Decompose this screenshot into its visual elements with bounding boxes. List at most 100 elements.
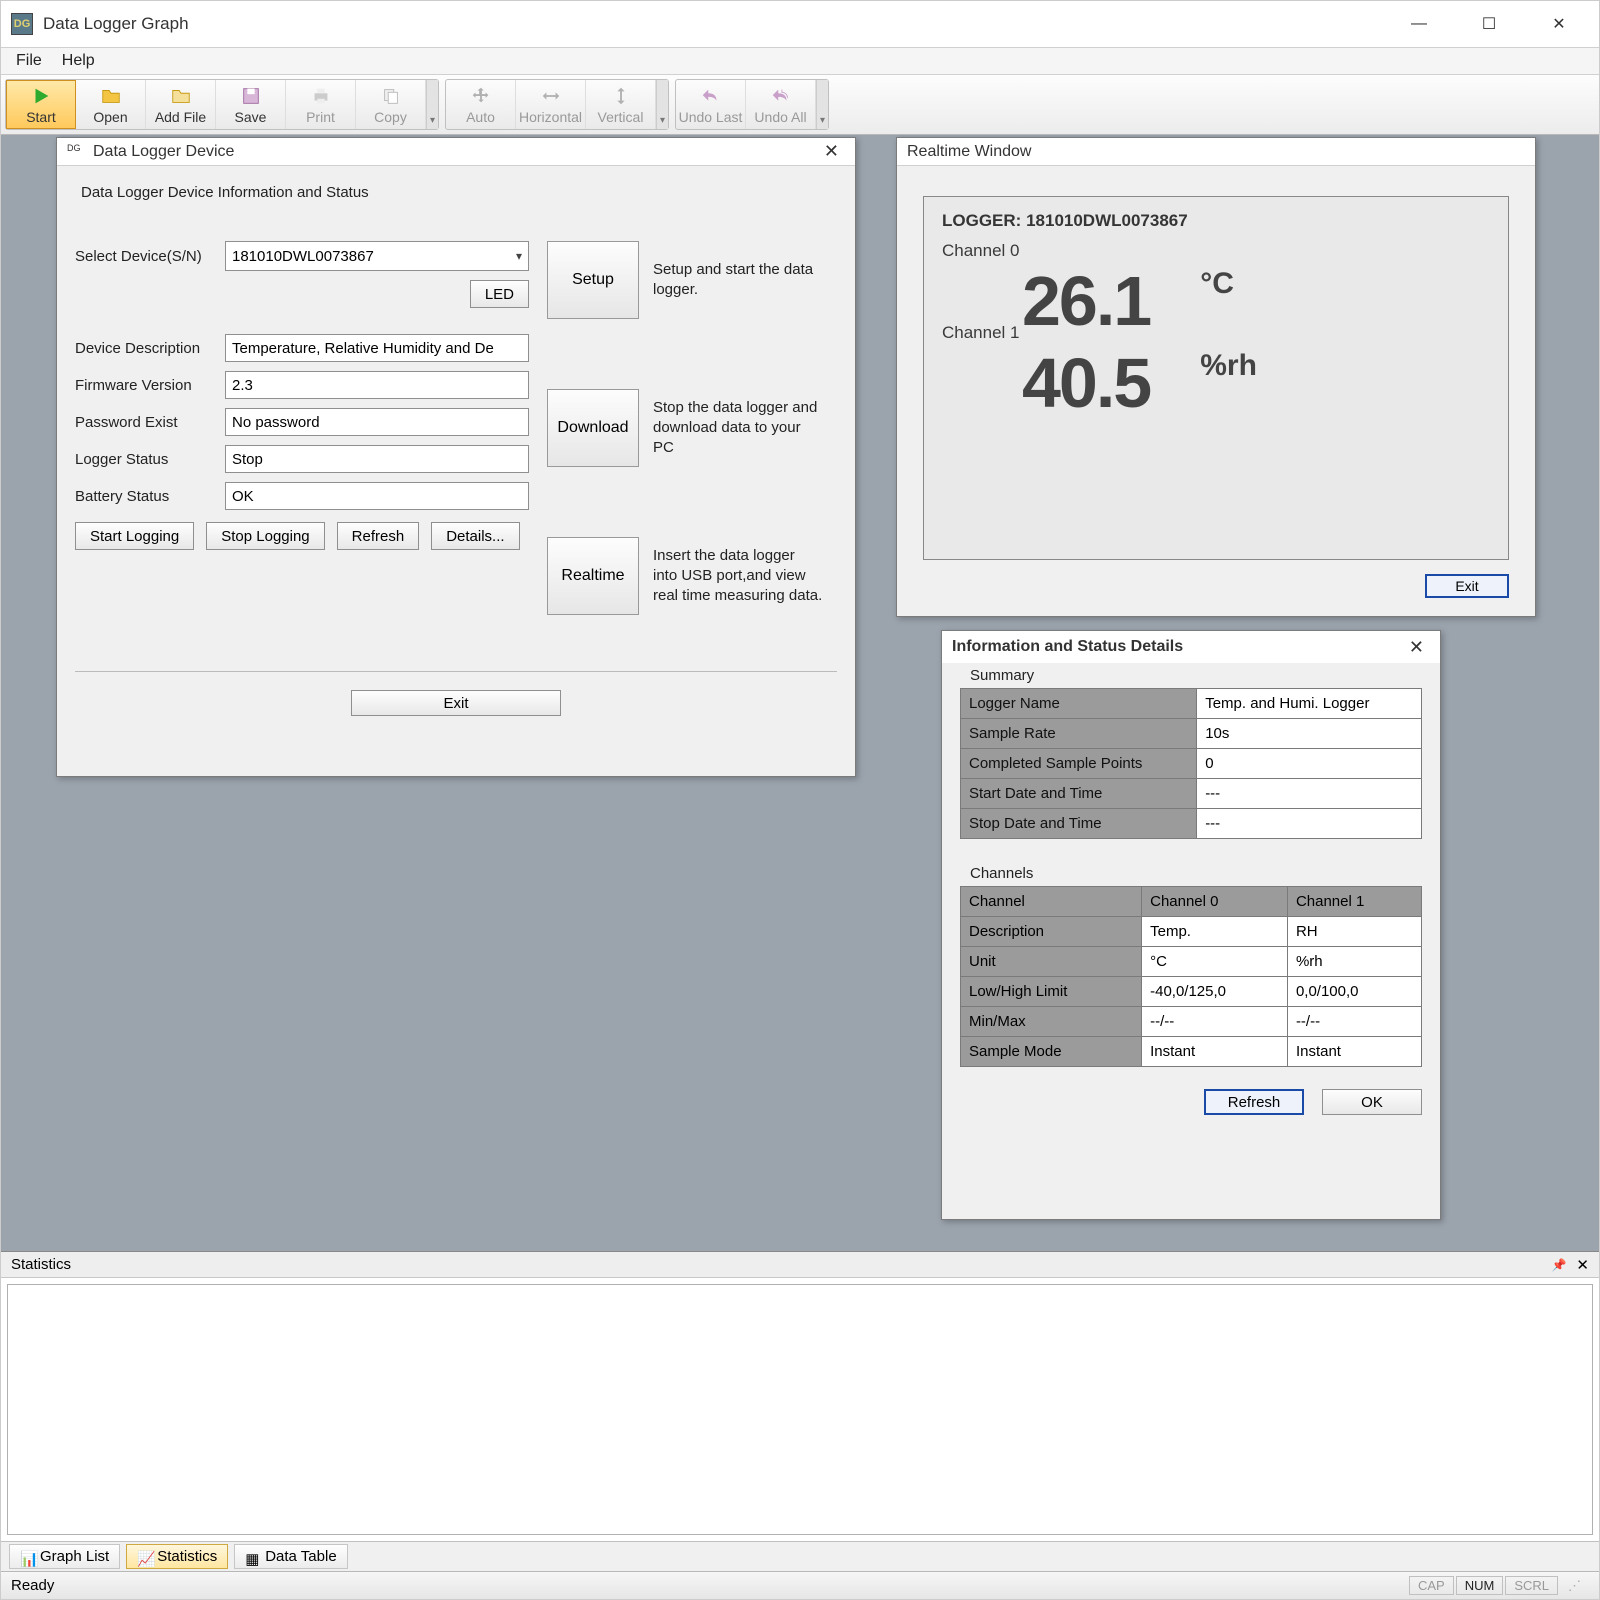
realtime-exit-button[interactable]: Exit bbox=[1425, 574, 1509, 598]
maximize-button[interactable]: ☐ bbox=[1469, 9, 1509, 39]
label-firmware: Firmware Version bbox=[75, 377, 225, 394]
realtime-desc: Insert the data logger into USB port,and… bbox=[653, 546, 823, 607]
label-device-description: Device Description bbox=[75, 340, 225, 357]
label-password: Password Exist bbox=[75, 414, 225, 431]
statistics-body bbox=[7, 1284, 1593, 1535]
save-icon bbox=[240, 85, 262, 107]
details-window: Information and Status Details ✕ Summary… bbox=[941, 630, 1441, 1220]
battery-field[interactable]: OK bbox=[225, 482, 529, 510]
tab-data-table[interactable]: ▦Data Table bbox=[234, 1544, 347, 1569]
summary-heading: Summary bbox=[970, 667, 1422, 684]
table-icon: ▦ bbox=[245, 1550, 259, 1564]
toolbar-grip[interactable]: ▾ bbox=[426, 80, 438, 129]
download-desc: Stop the data logger and download data t… bbox=[653, 398, 823, 459]
folder-open-icon bbox=[100, 85, 122, 107]
app-title: Data Logger Graph bbox=[43, 14, 1399, 34]
folder-add-icon bbox=[170, 85, 192, 107]
channel1-value: 40.5 bbox=[1022, 343, 1150, 423]
channels-heading: Channels bbox=[970, 865, 1422, 882]
close-icon[interactable]: ✕ bbox=[1403, 637, 1430, 658]
label-select-device: Select Device(S/N) bbox=[75, 248, 225, 265]
logger-status-field[interactable]: Stop bbox=[225, 445, 529, 473]
realtime-button[interactable]: Realtime bbox=[547, 537, 639, 615]
details-ok-button[interactable]: OK bbox=[1322, 1089, 1422, 1115]
details-refresh-button[interactable]: Refresh bbox=[1204, 1089, 1304, 1115]
toolbar-open[interactable]: Open bbox=[76, 80, 146, 129]
app-icon: DG bbox=[11, 13, 33, 35]
toolbar-save[interactable]: Save bbox=[216, 80, 286, 129]
stop-logging-button[interactable]: Stop Logging bbox=[206, 522, 324, 550]
device-select[interactable]: 181010DWL0073867 bbox=[225, 241, 529, 271]
password-field[interactable]: No password bbox=[225, 408, 529, 436]
list-icon: 📊 bbox=[20, 1550, 34, 1564]
copy-icon bbox=[380, 85, 402, 107]
realtime-panel: LOGGER: 181010DWL0073867 Channel 0 26.1 … bbox=[923, 196, 1509, 560]
device-exit-button[interactable]: Exit bbox=[351, 690, 561, 716]
setup-desc: Setup and start the data logger. bbox=[653, 260, 823, 301]
realtime-window: Realtime Window LOGGER: 181010DWL0073867… bbox=[896, 137, 1536, 617]
details-window-title: Information and Status Details bbox=[952, 638, 1183, 656]
stats-icon: 📈 bbox=[137, 1550, 151, 1564]
channel0-label: Channel 0 bbox=[942, 241, 1490, 261]
device-window: DG Data Logger Device ✕ Data Logger Devi… bbox=[56, 137, 856, 777]
bottom-tabstrip: 📊Graph List 📈Statistics ▦Data Table bbox=[1, 1541, 1599, 1571]
toolbar-horizontal[interactable]: Horizontal bbox=[516, 80, 586, 129]
workspace: DG Data Logger Device ✕ Data Logger Devi… bbox=[1, 135, 1599, 1251]
summary-table: Logger NameTemp. and Humi. Logger Sample… bbox=[960, 688, 1422, 839]
firmware-field[interactable]: 2.3 bbox=[225, 371, 529, 399]
toolbar-grip[interactable]: ▾ bbox=[816, 80, 828, 129]
statistics-title: Statistics bbox=[11, 1256, 71, 1273]
close-icon[interactable]: ✕ bbox=[1576, 1256, 1589, 1274]
close-button[interactable]: ✕ bbox=[1539, 9, 1579, 39]
toolbar: Start Open Add File Save Print Copy ▾ Au… bbox=[1, 75, 1599, 135]
label-battery: Battery Status bbox=[75, 488, 225, 505]
device-window-title: Data Logger Device bbox=[93, 143, 234, 161]
tab-graph-list[interactable]: 📊Graph List bbox=[9, 1544, 120, 1569]
menu-file[interactable]: File bbox=[16, 52, 42, 70]
statistics-panel: Statistics 📌 ✕ bbox=[1, 1251, 1599, 1541]
toolbar-addfile[interactable]: Add File bbox=[146, 80, 216, 129]
print-icon bbox=[310, 85, 332, 107]
arrows-h-icon bbox=[540, 85, 562, 107]
refresh-button[interactable]: Refresh bbox=[337, 522, 420, 550]
status-text: Ready bbox=[11, 1577, 54, 1594]
status-scrl: SCRL bbox=[1505, 1576, 1558, 1595]
minimize-button[interactable]: — bbox=[1399, 9, 1439, 39]
toolbar-print[interactable]: Print bbox=[286, 80, 356, 129]
status-grip[interactable]: ⋰ bbox=[1560, 1577, 1589, 1595]
device-info-heading: Data Logger Device Information and Statu… bbox=[81, 184, 837, 201]
start-logging-button[interactable]: Start Logging bbox=[75, 522, 194, 550]
led-button[interactable]: LED bbox=[470, 280, 529, 308]
pin-icon[interactable]: 📌 bbox=[1551, 1258, 1566, 1272]
titlebar: DG Data Logger Graph — ☐ ✕ bbox=[1, 1, 1599, 47]
arrows-v-icon bbox=[610, 85, 632, 107]
toolbar-undolast[interactable]: Undo Last bbox=[676, 80, 746, 129]
download-button[interactable]: Download bbox=[547, 389, 639, 467]
setup-button[interactable]: Setup bbox=[547, 241, 639, 319]
menu-help[interactable]: Help bbox=[62, 52, 95, 70]
channels-table: Channel Channel 0 Channel 1 Description … bbox=[960, 886, 1422, 1067]
channel0-value: 26.1 bbox=[1022, 261, 1150, 341]
toolbar-copy[interactable]: Copy bbox=[356, 80, 426, 129]
toolbar-undoall[interactable]: Undo All bbox=[746, 80, 816, 129]
menubar: File Help bbox=[1, 47, 1599, 75]
arrows-move-icon bbox=[470, 85, 492, 107]
toolbar-start[interactable]: Start bbox=[6, 80, 76, 129]
device-description-field[interactable]: Temperature, Relative Humidity and De bbox=[225, 334, 529, 362]
channel0-unit: °C bbox=[1200, 267, 1234, 301]
app-icon: DG bbox=[67, 143, 85, 161]
toolbar-auto[interactable]: Auto bbox=[446, 80, 516, 129]
play-icon bbox=[30, 85, 52, 107]
undo-icon bbox=[700, 85, 722, 107]
tab-statistics[interactable]: 📈Statistics bbox=[126, 1544, 228, 1569]
toolbar-grip[interactable]: ▾ bbox=[656, 80, 668, 129]
statusbar: Ready CAP NUM SCRL ⋰ bbox=[1, 1571, 1599, 1599]
label-logger-status: Logger Status bbox=[75, 451, 225, 468]
undo-all-icon bbox=[770, 85, 792, 107]
status-num: NUM bbox=[1456, 1576, 1504, 1595]
channel1-unit: %rh bbox=[1200, 349, 1257, 383]
toolbar-vertical[interactable]: Vertical bbox=[586, 80, 656, 129]
details-button[interactable]: Details... bbox=[431, 522, 519, 550]
close-icon[interactable]: ✕ bbox=[818, 141, 845, 162]
toolbar-start-label: Start bbox=[26, 109, 56, 125]
